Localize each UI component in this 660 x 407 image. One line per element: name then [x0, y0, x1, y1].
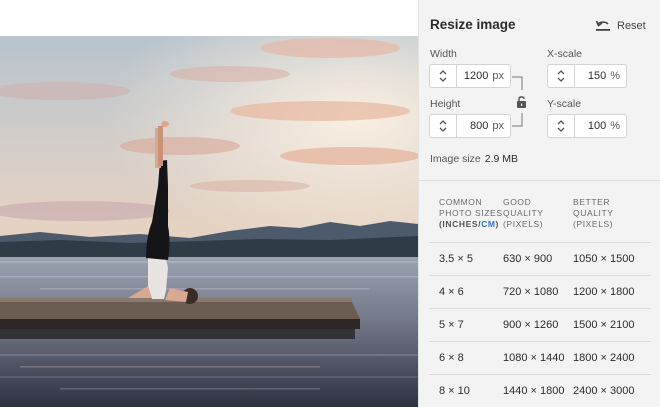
header-paren-close: ): [495, 219, 499, 229]
unlocked-padlock-icon[interactable]: [516, 95, 527, 114]
cell-good: 720 × 1080: [503, 286, 559, 298]
cell-better: 1800 × 2400: [573, 352, 635, 364]
header-good-line2: QUALITY: [503, 208, 544, 218]
cell-better: 1050 × 1500: [573, 253, 635, 265]
cell-good: 1440 × 1800: [503, 385, 565, 397]
header-cm-label[interactable]: CM: [481, 219, 495, 229]
header-good-line3: (PIXELS): [503, 219, 544, 229]
cell-good: 1080 × 1440: [503, 352, 565, 364]
height-value[interactable]: 800: [457, 120, 490, 132]
width-stepper[interactable]: [430, 65, 457, 87]
width-field[interactable]: 1200 px: [429, 64, 511, 88]
reset-undo-icon: [595, 20, 611, 32]
yscale-unit: %: [610, 120, 620, 132]
up-down-chevron-icon: [439, 70, 447, 82]
yscale-value[interactable]: 100: [575, 120, 608, 132]
up-down-chevron-icon: [557, 120, 565, 132]
header-unit-toggle[interactable]: (INCHES/CM): [439, 219, 503, 230]
yscale-label: Y-scale: [547, 98, 582, 110]
cell-size: 5 × 7: [439, 319, 464, 331]
xscale-stepper[interactable]: [548, 65, 575, 87]
table-row[interactable]: 5 × 7 900 × 1260 1500 × 2100: [429, 309, 651, 342]
table-row[interactable]: 6 × 8 1080 × 1440 1800 × 2400: [429, 342, 651, 375]
resize-panel: Resize image Reset Width 1200 px Height: [418, 0, 660, 407]
panel-title: Resize image: [430, 17, 516, 32]
reset-label: Reset: [617, 20, 646, 32]
xscale-value[interactable]: 150: [575, 70, 608, 82]
cell-better: 2400 × 3000: [573, 385, 635, 397]
up-down-chevron-icon: [439, 120, 447, 132]
header-better-quality: BETTER QUALITY (PIXELS): [573, 197, 651, 242]
header-inches-label[interactable]: (INCHES/: [439, 219, 481, 229]
cell-better: 1200 × 1800: [573, 286, 635, 298]
height-label: Height: [430, 98, 461, 110]
header-good-line1: GOOD: [503, 197, 532, 207]
cell-better: 1500 × 2100: [573, 319, 635, 331]
header-good-quality: GOOD QUALITY (PIXELS): [503, 197, 573, 242]
height-stepper[interactable]: [430, 115, 457, 137]
header-better-line1: BETTER: [573, 197, 611, 207]
cell-size: 8 × 10: [439, 385, 470, 397]
height-unit: px: [492, 120, 504, 132]
reset-button[interactable]: Reset: [595, 17, 646, 35]
width-unit: px: [492, 70, 504, 82]
panel-divider: [419, 180, 660, 181]
image-size-value: 2.9 MB: [484, 153, 519, 165]
width-label: Width: [430, 48, 457, 60]
table-row[interactable]: 8 × 10 1440 × 1800 2400 × 3000: [429, 375, 651, 407]
header-common-line1: COMMON: [439, 197, 483, 207]
cell-good: 900 × 1260: [503, 319, 559, 331]
photo-yoga-pier[interactable]: [0, 36, 418, 407]
cell-size: 4 × 6: [439, 286, 464, 298]
yscale-stepper[interactable]: [548, 115, 575, 137]
yscale-field[interactable]: 100 %: [547, 114, 627, 138]
photo-size-table: COMMON PHOTO SIZES (INCHES/CM) GOOD QUAL…: [429, 197, 651, 407]
height-field[interactable]: 800 px: [429, 114, 511, 138]
header-common-sizes: COMMON PHOTO SIZES (INCHES/CM): [429, 197, 503, 242]
header-better-line3: (PIXELS): [573, 219, 614, 229]
header-common-line2: PHOTO SIZES: [439, 208, 503, 218]
xscale-label: X-scale: [547, 48, 583, 60]
xscale-unit: %: [610, 70, 620, 82]
table-row[interactable]: 3.5 × 5 630 × 900 1050 × 1500: [429, 243, 651, 276]
image-canvas: [0, 0, 418, 407]
header-better-line2: QUALITY: [573, 208, 614, 218]
image-size-label: Image size: [430, 153, 481, 165]
cell-size: 6 × 8: [439, 352, 464, 364]
table-header-row: COMMON PHOTO SIZES (INCHES/CM) GOOD QUAL…: [429, 197, 651, 243]
width-value[interactable]: 1200: [457, 70, 490, 82]
cell-good: 630 × 900: [503, 253, 553, 265]
up-down-chevron-icon: [557, 70, 565, 82]
xscale-field[interactable]: 150 %: [547, 64, 627, 88]
image-size-readout: Image size 2.9 MB: [430, 153, 518, 165]
cell-size: 3.5 × 5: [439, 253, 473, 265]
table-row[interactable]: 4 × 6 720 × 1080 1200 × 1800: [429, 276, 651, 309]
